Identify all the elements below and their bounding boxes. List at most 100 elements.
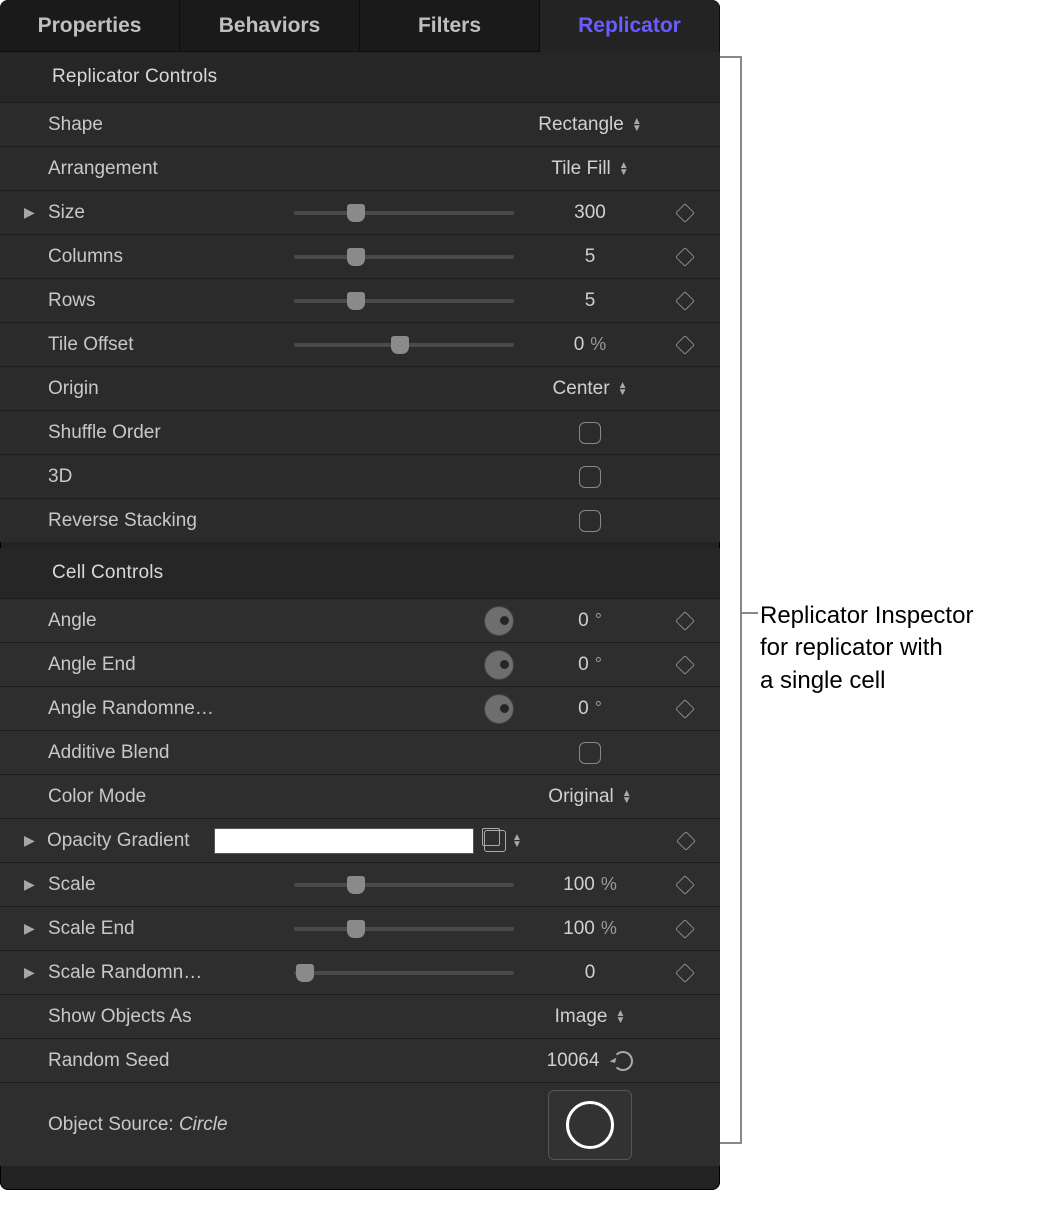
checkbox-additive[interactable]: [579, 742, 601, 764]
slider-size[interactable]: [294, 202, 514, 224]
value-origin: Center: [553, 378, 610, 400]
slider-scale-end[interactable]: [294, 918, 514, 940]
label-angle: Angle: [48, 610, 218, 632]
object-source-well[interactable]: [548, 1090, 632, 1160]
dial-angle[interactable]: [484, 606, 514, 636]
row-shuffle-order: Shuffle Order: [0, 410, 720, 454]
slider-columns[interactable]: [294, 246, 514, 268]
value-shape: Rectangle: [538, 114, 624, 136]
refresh-icon[interactable]: [613, 1051, 633, 1071]
value-arrangement: Tile Fill: [551, 158, 610, 180]
row-object-source: Object Source: Circle: [0, 1082, 720, 1166]
keyframe-icon[interactable]: [675, 919, 695, 939]
value-angle[interactable]: 0: [578, 610, 589, 632]
value-tile-offset[interactable]: 0: [574, 334, 585, 356]
keyframe-icon[interactable]: [675, 875, 695, 895]
label-rows: Rows: [48, 290, 218, 312]
tab-filters[interactable]: Filters: [360, 0, 540, 52]
unit-percent: %: [590, 334, 606, 355]
inspector-panel: Properties Behaviors Filters Replicator …: [0, 0, 720, 1190]
popup-color-mode[interactable]: Original ▲▼: [548, 786, 631, 808]
tab-properties[interactable]: Properties: [0, 0, 180, 52]
label-object-source-name: Circle: [179, 1114, 228, 1135]
popup-origin[interactable]: Center ▲▼: [553, 378, 628, 400]
popup-show-objects[interactable]: Image ▲▼: [555, 1006, 626, 1028]
chevron-updown-icon[interactable]: ▲▼: [512, 834, 522, 848]
dial-angle-rand[interactable]: [484, 694, 514, 724]
row-rows: Rows 5: [0, 278, 720, 322]
tab-behaviors[interactable]: Behaviors: [180, 0, 360, 52]
value-scale[interactable]: 100: [563, 874, 595, 896]
gradient-editor[interactable]: [214, 828, 474, 854]
row-scale-randomness: ▶ Scale Randomn… 0: [0, 950, 720, 994]
label-scale-rand: Scale Randomn…: [48, 962, 218, 984]
unit-percent: %: [601, 918, 617, 939]
slider-tile-offset[interactable]: [294, 334, 514, 356]
label-angle-end: Angle End: [48, 654, 218, 676]
checkbox-shuffle[interactable]: [579, 422, 601, 444]
annotation-callout: Replicator Inspector for replicator with…: [720, 0, 973, 697]
unit-degree: °: [595, 610, 602, 631]
value-angle-rand[interactable]: 0: [578, 698, 589, 720]
keyframe-icon[interactable]: [675, 335, 695, 355]
keyframe-icon[interactable]: [676, 831, 696, 851]
value-random-seed[interactable]: 10064: [547, 1050, 600, 1072]
keyframe-icon[interactable]: [675, 203, 695, 223]
callout-line2: for replicator with: [760, 632, 973, 664]
label-object-source: Object Source: Circle: [48, 1114, 228, 1136]
slider-rows[interactable]: [294, 290, 514, 312]
disclosure-icon[interactable]: ▶: [24, 832, 47, 849]
value-scale-end[interactable]: 100: [563, 918, 595, 940]
value-rows[interactable]: 5: [585, 290, 596, 312]
chevron-updown-icon: ▲▼: [615, 1010, 625, 1024]
value-show-objects: Image: [555, 1006, 608, 1028]
row-size: ▶ Size 300: [0, 190, 720, 234]
unit-degree: °: [595, 698, 602, 719]
row-tile-offset: Tile Offset 0 %: [0, 322, 720, 366]
row-opacity-gradient: ▶ Opacity Gradient ▲▼: [0, 818, 720, 862]
row-arrangement: Arrangement Tile Fill ▲▼: [0, 146, 720, 190]
value-scale-rand[interactable]: 0: [585, 962, 596, 984]
value-angle-end[interactable]: 0: [578, 654, 589, 676]
gradient-preset-icon[interactable]: [484, 830, 506, 852]
section-replicator-controls: Replicator Controls: [0, 52, 720, 102]
checkbox-3d[interactable]: [579, 466, 601, 488]
row-angle: Angle 0 °: [0, 598, 720, 642]
keyframe-icon[interactable]: [675, 247, 695, 267]
label-color-mode: Color Mode: [48, 786, 218, 808]
label-columns: Columns: [48, 246, 218, 268]
keyframe-icon[interactable]: [675, 963, 695, 983]
row-scale: ▶ Scale 100 %: [0, 862, 720, 906]
popup-arrangement[interactable]: Tile Fill ▲▼: [551, 158, 628, 180]
row-3d: 3D: [0, 454, 720, 498]
keyframe-icon[interactable]: [675, 699, 695, 719]
keyframe-icon[interactable]: [675, 291, 695, 311]
tab-replicator[interactable]: Replicator: [540, 0, 720, 52]
disclosure-icon[interactable]: ▶: [24, 920, 48, 937]
label-origin: Origin: [48, 378, 218, 400]
label-shuffle: Shuffle Order: [48, 422, 218, 444]
label-scale-end: Scale End: [48, 918, 218, 940]
disclosure-icon[interactable]: ▶: [24, 876, 48, 893]
unit-degree: °: [595, 654, 602, 675]
slider-scale[interactable]: [294, 874, 514, 896]
disclosure-icon[interactable]: ▶: [24, 204, 48, 221]
disclosure-icon[interactable]: ▶: [24, 964, 48, 981]
label-random-seed: Random Seed: [48, 1050, 218, 1072]
chevron-updown-icon: ▲▼: [632, 118, 642, 132]
chevron-updown-icon: ▲▼: [619, 162, 629, 176]
keyframe-icon[interactable]: [675, 655, 695, 675]
popup-shape[interactable]: Rectangle ▲▼: [538, 114, 641, 136]
dial-angle-end[interactable]: [484, 650, 514, 680]
label-tile-offset: Tile Offset: [48, 334, 218, 356]
value-columns[interactable]: 5: [585, 246, 596, 268]
label-shape: Shape: [48, 114, 218, 136]
checkbox-reverse[interactable]: [579, 510, 601, 532]
slider-scale-rand[interactable]: [294, 962, 514, 984]
value-size[interactable]: 300: [574, 202, 606, 224]
keyframe-icon[interactable]: [675, 611, 695, 631]
chevron-updown-icon: ▲▼: [618, 382, 628, 396]
row-additive-blend: Additive Blend: [0, 730, 720, 774]
label-reverse: Reverse Stacking: [48, 510, 218, 532]
label-arrangement: Arrangement: [48, 158, 218, 180]
